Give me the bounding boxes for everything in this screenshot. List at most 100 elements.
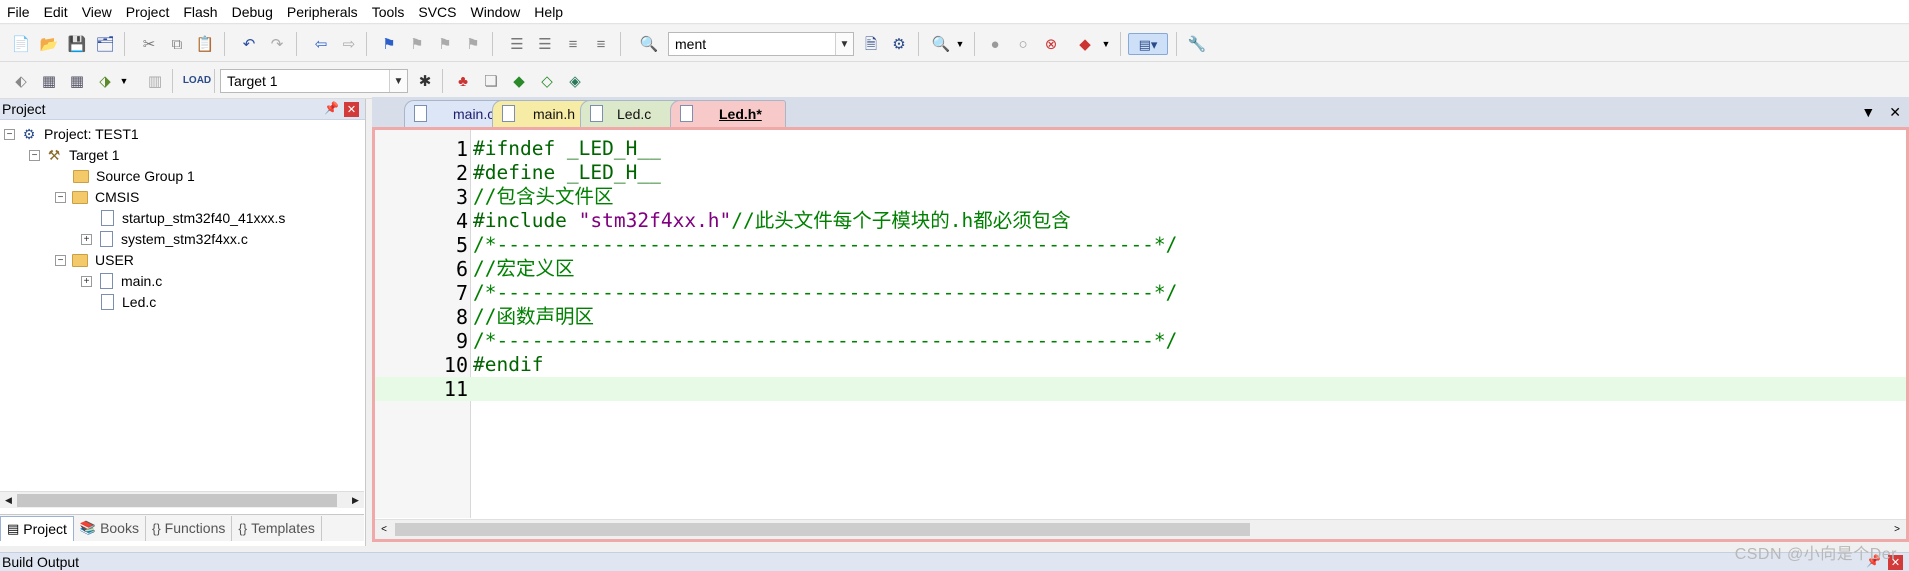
stop-build-icon[interactable]: ▥ (144, 70, 166, 92)
menu-peripherals[interactable]: Peripherals (280, 0, 365, 24)
tree-node-main-file[interactable]: + main.c (81, 270, 162, 292)
disable-all-breakpoints-icon[interactable]: ⊗ (1040, 33, 1062, 55)
manage-components-icon[interactable]: ◈ (564, 70, 586, 92)
find-combo[interactable]: ment ▼ (668, 32, 854, 56)
editor-horizontal-scrollbar[interactable]: < > (375, 519, 1906, 539)
rebuild-icon[interactable]: ▦ (66, 70, 88, 92)
save-icon[interactable]: 💾 (66, 33, 88, 55)
configure-icon[interactable]: 🔧 (1186, 33, 1208, 55)
collapse-toggle-icon[interactable]: − (55, 254, 66, 266)
code-editor[interactable]: 1 #ifndef _LED_H__ 2 #define _LED_H__ 3 … (372, 127, 1909, 542)
code-line[interactable]: 8 //函数声明区 (375, 305, 1906, 329)
tree-node-system-file[interactable]: + system_stm32f4xx.c (81, 228, 248, 250)
batch-build-icon[interactable]: ⬗ (94, 70, 116, 92)
batch-dropdown-icon[interactable]: ▼ (118, 70, 130, 92)
tab-functions[interactable]: {} Functions (146, 515, 233, 541)
chevron-down-icon[interactable]: ▼ (835, 33, 853, 55)
close-icon[interactable]: ✕ (344, 102, 359, 117)
scrollbar-thumb[interactable] (17, 494, 337, 507)
download-load-icon[interactable]: LOAD (183, 70, 211, 92)
replace-icon[interactable]: ⚙ (888, 33, 910, 55)
save-all-icon[interactable]: 🗂 (94, 33, 116, 55)
unindent-icon[interactable]: ☰ (534, 33, 556, 55)
menu-flash[interactable]: Flash (176, 0, 224, 24)
tree-node-led-file[interactable]: Led.c (99, 291, 156, 313)
comment-icon[interactable]: ≡ (562, 33, 584, 55)
menu-file[interactable]: File (0, 0, 37, 24)
collapse-toggle-icon[interactable]: − (4, 128, 15, 140)
uncomment-icon[interactable]: ≡ (590, 33, 612, 55)
scroll-right-icon[interactable]: ▶ (347, 492, 364, 509)
tree-node-project[interactable]: − ⚙ Project: TEST1 (4, 123, 139, 145)
tree-node-cmsis[interactable]: − CMSIS (55, 186, 139, 208)
copy-icon[interactable]: ⧉ (166, 33, 188, 55)
indent-icon[interactable]: ☰ (506, 33, 528, 55)
expand-toggle-icon[interactable]: + (81, 275, 92, 287)
code-line-current[interactable]: 11 (375, 377, 1906, 401)
navigate-back-icon[interactable]: ⇦ (310, 33, 332, 55)
menu-project[interactable]: Project (119, 0, 177, 24)
manage-project-items-icon[interactable]: ♣ (452, 70, 474, 92)
code-line[interactable]: 5 /*------------------------------------… (375, 233, 1906, 257)
menu-svcs[interactable]: SVCS (411, 0, 463, 24)
target-select[interactable]: Target 1 ▼ (220, 69, 408, 93)
tree-node-startup-file[interactable]: startup_stm32f40_41xxx.s (99, 207, 285, 229)
tree-node-source-group[interactable]: Source Group 1 (73, 165, 195, 187)
menu-window[interactable]: Window (464, 0, 528, 24)
redo-icon[interactable]: ↷ (266, 33, 288, 55)
collapse-toggle-icon[interactable]: − (29, 149, 40, 161)
scrollbar-thumb[interactable] (395, 523, 1250, 536)
tab-led-h[interactable]: Led.h* (670, 100, 786, 127)
build-icon[interactable]: ▦ (38, 70, 60, 92)
scroll-left-icon[interactable]: ◀ (0, 492, 17, 509)
code-line[interactable]: 10 #endif (375, 353, 1906, 377)
debug-dropdown-icon[interactable]: ▼ (954, 33, 966, 55)
close-icon[interactable]: ✕ (1889, 104, 1901, 121)
run-time-environment-icon[interactable]: ◇ (536, 70, 558, 92)
code-line[interactable]: 6 //宏定义区 (375, 257, 1906, 281)
cut-icon[interactable]: ✂ (138, 33, 160, 55)
tab-books[interactable]: 📚 Books (74, 515, 146, 541)
collapse-toggle-icon[interactable]: − (55, 191, 66, 203)
paste-icon[interactable]: 📋 (194, 33, 216, 55)
expand-toggle-icon[interactable]: + (81, 233, 92, 245)
code-line[interactable]: 3 //包含头文件区 (375, 185, 1906, 209)
find-icon[interactable]: 🗎 (860, 33, 882, 55)
clear-bookmarks-icon[interactable]: ⚑ (462, 33, 484, 55)
select-packs-icon[interactable]: ❏ (480, 70, 502, 92)
next-bookmark-icon[interactable]: ⚑ (434, 33, 456, 55)
open-file-icon[interactable]: 📂 (38, 33, 60, 55)
find-in-files-icon[interactable]: 🔍 (638, 33, 660, 55)
scroll-right-icon[interactable]: > (1888, 520, 1906, 539)
code-line[interactable]: 4 #include "stm32f4xx.h"//此头文件每个子模块的.h都必… (375, 209, 1906, 233)
debug-session-icon[interactable]: 🔍 (930, 33, 952, 55)
menu-view[interactable]: View (75, 0, 119, 24)
menu-edit[interactable]: Edit (37, 0, 75, 24)
prev-bookmark-icon[interactable]: ⚑ (406, 33, 428, 55)
code-line[interactable]: 2 #define _LED_H__ (375, 161, 1906, 185)
target-options-icon[interactable]: ✱ (414, 70, 436, 92)
menu-debug[interactable]: Debug (225, 0, 280, 24)
pack-installer-icon[interactable]: ◆ (508, 70, 530, 92)
window-layout-icon[interactable]: ▤▾ (1128, 33, 1168, 55)
code-line[interactable]: 9 /*------------------------------------… (375, 329, 1906, 353)
bookmark-icon[interactable]: ⚑ (378, 33, 400, 55)
new-file-icon[interactable]: 📄 (10, 33, 32, 55)
kill-all-breakpoints-icon[interactable]: ◆ (1074, 33, 1096, 55)
disable-breakpoint-icon[interactable]: ○ (1012, 33, 1034, 55)
undo-icon[interactable]: ↶ (238, 33, 260, 55)
tree-node-user[interactable]: − USER (55, 249, 134, 271)
project-horizontal-scrollbar[interactable]: ◀ ▶ (0, 491, 364, 508)
scroll-left-icon[interactable]: < (375, 520, 393, 539)
breakpoint-icon[interactable]: ● (984, 33, 1006, 55)
code-line[interactable]: 7 /*------------------------------------… (375, 281, 1906, 305)
code-line[interactable]: 1 #ifndef _LED_H__ (375, 137, 1906, 161)
translate-icon[interactable]: ⬖ (10, 70, 32, 92)
tab-project[interactable]: ▤ Project (0, 515, 74, 541)
tab-list-dropdown-icon[interactable]: ▼ (1861, 104, 1875, 121)
tree-node-target[interactable]: − ⚒ Target 1 (29, 144, 120, 166)
breakpoint-dropdown-icon[interactable]: ▼ (1100, 33, 1112, 55)
tab-templates[interactable]: {} Templates (232, 515, 322, 541)
pin-icon[interactable]: 📌 (324, 101, 339, 115)
menu-help[interactable]: Help (527, 0, 570, 24)
